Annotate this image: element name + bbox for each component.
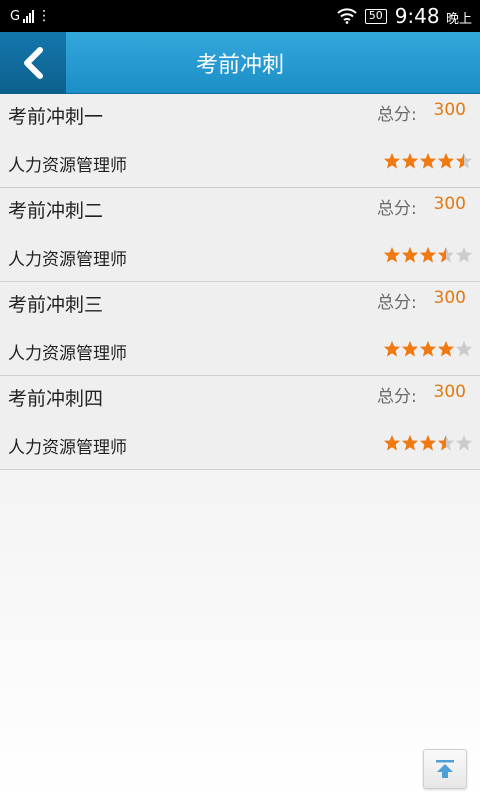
item-subject: 人力资源管理师: [8, 156, 127, 176]
star-rating: [383, 246, 473, 264]
star-filled-icon: [438, 153, 454, 169]
score-value: 300: [433, 382, 466, 402]
star-rating: [383, 340, 473, 358]
app-header: 考前冲刺: [0, 32, 480, 94]
star-filled-icon: [402, 435, 418, 451]
star-rating: [383, 152, 473, 170]
star-filled-icon: [384, 153, 400, 169]
score-label: 总分:: [377, 387, 417, 407]
star-filled-icon: [420, 247, 436, 263]
star-half-icon: [438, 435, 454, 451]
star-filled-icon: [420, 435, 436, 451]
clock-ampm: 晚上: [445, 12, 472, 27]
carrier-label: G: [10, 8, 21, 24]
star-half-icon: [438, 247, 454, 263]
star-rating: [383, 434, 473, 452]
status-left: G ⋮: [10, 9, 51, 24]
score-label: 总分:: [377, 293, 417, 313]
battery-icon: 50: [364, 8, 387, 24]
list-item[interactable]: 考前冲刺四 总分: 300 人力资源管理师: [0, 376, 480, 470]
star-filled-icon: [384, 247, 400, 263]
wifi-icon: [337, 8, 357, 24]
more-icon: ⋮: [37, 8, 52, 24]
page-title: 考前冲刺: [195, 52, 284, 78]
star-empty-icon: [456, 247, 472, 263]
star-filled-icon: [402, 247, 418, 263]
item-subject: 人力资源管理师: [8, 344, 127, 364]
star-filled-icon: [438, 341, 454, 357]
star-half-icon: [456, 153, 472, 169]
list-item[interactable]: 考前冲刺二 总分: 300 人力资源管理师: [0, 188, 480, 282]
status-bar: G ⋮ 50 9:48 晚上: [0, 0, 480, 32]
chevron-left-icon: [24, 47, 43, 79]
item-title: 考前冲刺二: [8, 200, 104, 222]
score-label: 总分:: [377, 105, 417, 125]
star-empty-icon: [456, 435, 472, 451]
arrow-up-icon: [436, 760, 454, 778]
star-filled-icon: [402, 153, 418, 169]
clock: 9:48: [394, 4, 440, 28]
item-title: 考前冲刺四: [8, 388, 104, 410]
scroll-to-top-button[interactable]: [423, 749, 467, 789]
score-value: 300: [433, 194, 466, 214]
item-subject: 人力资源管理师: [8, 250, 127, 270]
back-button[interactable]: [0, 32, 66, 94]
status-right: 50 9:48 晚上: [337, 4, 472, 28]
item-title: 考前冲刺三: [8, 294, 104, 316]
star-filled-icon: [402, 341, 418, 357]
score-value: 300: [433, 100, 466, 120]
star-filled-icon: [420, 341, 436, 357]
star-filled-icon: [420, 153, 436, 169]
star-empty-icon: [456, 341, 472, 357]
star-filled-icon: [384, 341, 400, 357]
score-label: 总分:: [377, 199, 417, 219]
signal-icon: [23, 9, 35, 23]
exam-list: 考前冲刺一 总分: 300 人力资源管理师 考前冲刺二 总分: 300 人力资源…: [0, 94, 480, 470]
score-value: 300: [433, 288, 466, 308]
list-item[interactable]: 考前冲刺三 总分: 300 人力资源管理师: [0, 282, 480, 376]
star-filled-icon: [384, 435, 400, 451]
item-title: 考前冲刺一: [8, 106, 104, 128]
list-item[interactable]: 考前冲刺一 总分: 300 人力资源管理师: [0, 94, 480, 188]
item-subject: 人力资源管理师: [8, 438, 127, 458]
